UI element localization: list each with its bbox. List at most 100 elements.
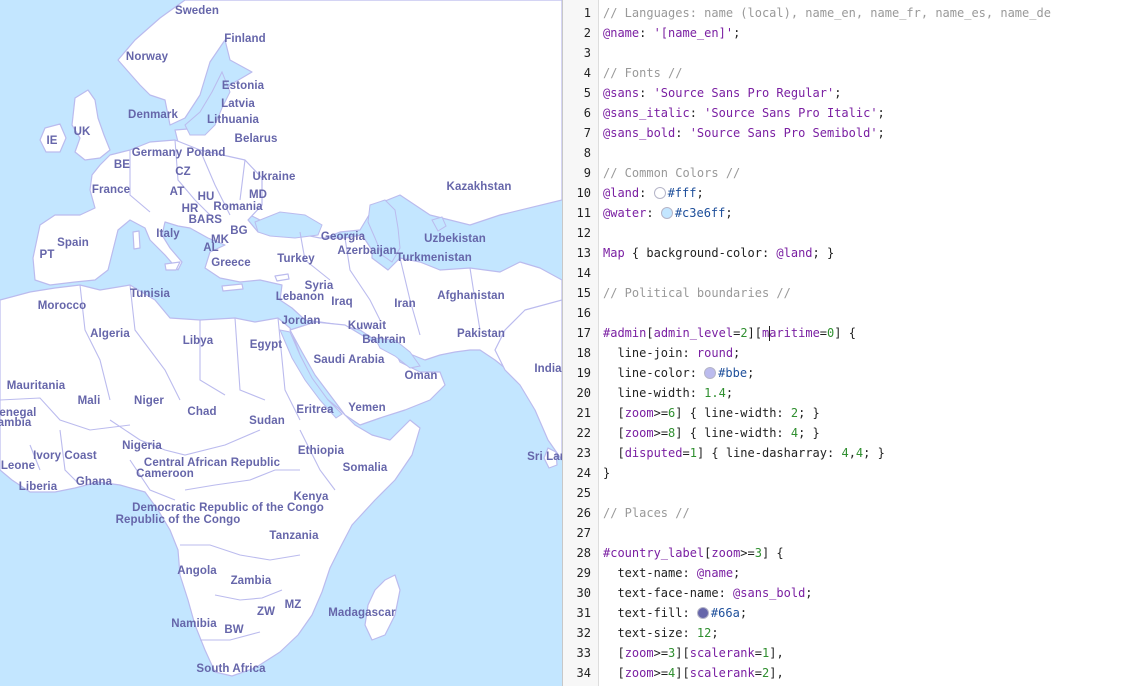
code-line[interactable]: 12 — [563, 223, 1125, 243]
code-text[interactable]: @sans_italic: 'Source Sans Pro Italic'; — [603, 103, 885, 123]
map-label-zambia: Zambia — [230, 575, 272, 587]
line-number: 2 — [583, 26, 591, 40]
code-line[interactable]: 25 — [563, 483, 1125, 503]
map-label-bahrain: Bahrain — [362, 334, 406, 346]
code-line[interactable]: 8 — [563, 143, 1125, 163]
map-label-uzbekistan: Uzbekistan — [424, 233, 486, 245]
code-token: [ — [603, 406, 625, 420]
code-line[interactable]: 1 // Languages: name (local), name_en, na… — [563, 3, 1125, 23]
code-token: ] { line-width: — [675, 406, 791, 420]
code-text[interactable]: [zoom>=4][scalerank=2], — [603, 663, 784, 683]
code-line[interactable]: 13 Map { background-color: @land; } — [563, 243, 1125, 263]
color-swatch-icon[interactable] — [696, 607, 709, 619]
code-token: = — [682, 446, 690, 460]
code-line[interactable]: 5 @sans: 'Source Sans Pro Regular'; — [563, 83, 1125, 103]
code-line[interactable]: 17 #admin[admin_level=2][maritime=0] { — [563, 323, 1125, 343]
code-token: 3 — [754, 546, 762, 560]
code-text[interactable]: // Fonts // — [603, 63, 682, 83]
map-label-liberia: Liberia — [18, 481, 58, 493]
code-text[interactable]: line-width: 1.4; — [603, 383, 733, 403]
text-cursor — [769, 326, 771, 341]
code-text[interactable]: } — [603, 463, 610, 483]
code-line[interactable]: 32 text-size: 12; — [563, 623, 1125, 643]
code-token: ][ — [675, 666, 690, 680]
code-line[interactable]: 19 line-color: #bbe; — [563, 363, 1125, 383]
code-line[interactable]: 23 [disputed=1] { line-dasharray: 4,4; } — [563, 443, 1125, 463]
code-text[interactable]: // Common Colors // — [603, 163, 740, 183]
code-token: { background-color: — [624, 246, 777, 260]
map-label-south-africa: South Africa — [196, 663, 266, 675]
code-token: ], — [769, 666, 784, 680]
code-text[interactable]: [disputed=1] { line-dasharray: 4,4; } — [603, 443, 884, 463]
code-text[interactable]: // Languages: name (local), name_en, nam… — [603, 3, 1051, 23]
code-text[interactable]: #admin[admin_level=2][maritime=0] { — [603, 323, 856, 343]
map-label-angola: Angola — [177, 565, 217, 577]
code-line[interactable]: 15 // Political boundaries // — [563, 283, 1125, 303]
code-text[interactable]: // Places // — [603, 503, 690, 523]
color-swatch-icon[interactable] — [653, 187, 666, 199]
code-text[interactable]: [zoom>=6] { line-width: 2; } — [603, 403, 819, 423]
code-text[interactable]: Map { background-color: @land; } — [603, 243, 834, 263]
map-label-poland: Poland — [186, 147, 226, 159]
code-line[interactable]: 2 @name: '[name_en]'; — [563, 23, 1125, 43]
map-preview[interactable]: Sweden Finland Norway Estonia Latvia Denmark L… — [0, 0, 562, 686]
code-line[interactable]: 28 #country_label[zoom>=3] { — [563, 543, 1125, 563]
line-number: 8 — [583, 146, 591, 160]
code-line[interactable]: 26 // Places // — [563, 503, 1125, 523]
code-line[interactable]: 3 — [563, 43, 1125, 63]
line-number: 29 — [576, 566, 591, 580]
map-label-ie: IE — [46, 135, 58, 147]
code-line[interactable]: 4 // Fonts // — [563, 63, 1125, 83]
code-line[interactable]: 18 line-join: round; — [563, 343, 1125, 363]
code-line[interactable]: 31 text-fill: #66a; — [563, 603, 1125, 623]
code-text[interactable]: @name: '[name_en]'; — [603, 23, 740, 43]
code-token: '[name_en]' — [653, 26, 734, 40]
code-text[interactable]: @sans: 'Source Sans Pro Regular'; — [603, 83, 841, 103]
map-label-india: India — [534, 363, 562, 375]
code-line[interactable]: 10 @land: #fff; — [563, 183, 1125, 203]
code-text[interactable]: [zoom>=3][scalerank=1], — [603, 643, 783, 663]
color-swatch-icon[interactable] — [660, 207, 673, 219]
map-label-mauritania: Mauritania — [6, 380, 66, 392]
code-token: zoom — [624, 426, 654, 440]
line-number: 31 — [576, 606, 591, 620]
code-line[interactable]: 16 — [563, 303, 1125, 323]
code-text[interactable]: @land: #fff; — [603, 183, 704, 203]
code-text[interactable]: text-name: @name; — [603, 563, 740, 583]
color-swatch-icon[interactable] — [704, 367, 717, 379]
code-token: #fff — [667, 186, 697, 200]
land-sardinia — [132, 230, 141, 250]
code-token: : — [639, 86, 654, 100]
code-text[interactable]: @water: #c3e6ff; — [603, 203, 733, 223]
code-token: [ — [603, 666, 625, 680]
line-number: 4 — [583, 66, 591, 80]
code-line[interactable]: 6 @sans_italic: 'Source Sans Pro Italic'; — [563, 103, 1125, 123]
code-line[interactable]: 11 @water: #c3e6ff; — [563, 203, 1125, 223]
code-text[interactable]: // Political boundaries // — [603, 283, 791, 303]
code-text[interactable]: text-fill: #66a; — [603, 603, 747, 623]
code-text[interactable]: text-size: 12; — [603, 623, 718, 643]
code-line[interactable]: 27 — [563, 523, 1125, 543]
code-line[interactable]: 30 text-face-name: @sans_bold; — [563, 583, 1125, 603]
line-number: 23 — [576, 446, 591, 460]
code-token: 4 — [841, 446, 849, 460]
code-line[interactable]: 14 — [563, 263, 1125, 283]
code-line[interactable]: 24} — [563, 463, 1125, 483]
code-editor[interactable]: 1 // Languages: name (local), name_en, na… — [563, 0, 1125, 686]
code-line[interactable]: 33 [zoom>=3][scalerank=1], — [563, 643, 1125, 663]
code-line[interactable]: 9 // Common Colors // — [563, 163, 1125, 183]
map-label-turkmenistan: Turkmenistan — [396, 252, 472, 264]
code-text[interactable]: line-color: #bbe; — [603, 363, 754, 383]
code-line[interactable]: 21 [zoom>=6] { line-width: 2; } — [563, 403, 1125, 423]
code-line[interactable]: 7 @sans_bold: 'Source Sans Pro Semibold'; — [563, 123, 1125, 143]
code-text[interactable]: @sans_bold: 'Source Sans Pro Semibold'; — [603, 123, 885, 143]
code-line[interactable]: 22 [zoom>=8] { line-width: 4; } — [563, 423, 1125, 443]
code-text[interactable]: #country_label[zoom>=3] { — [603, 543, 784, 563]
code-text[interactable]: line-join: round; — [603, 343, 740, 363]
code-text[interactable]: [zoom>=8] { line-width: 4; } — [603, 423, 819, 443]
code-text[interactable]: text-face-name: @sans_bold; — [603, 583, 812, 603]
code-line[interactable]: 20 line-width: 1.4; — [563, 383, 1125, 403]
code-line[interactable]: 34 [zoom>=4][scalerank=2], — [563, 663, 1125, 683]
code-line[interactable]: 29 text-name: @name; — [563, 563, 1125, 583]
map-label-ghana: Ghana — [75, 476, 113, 488]
